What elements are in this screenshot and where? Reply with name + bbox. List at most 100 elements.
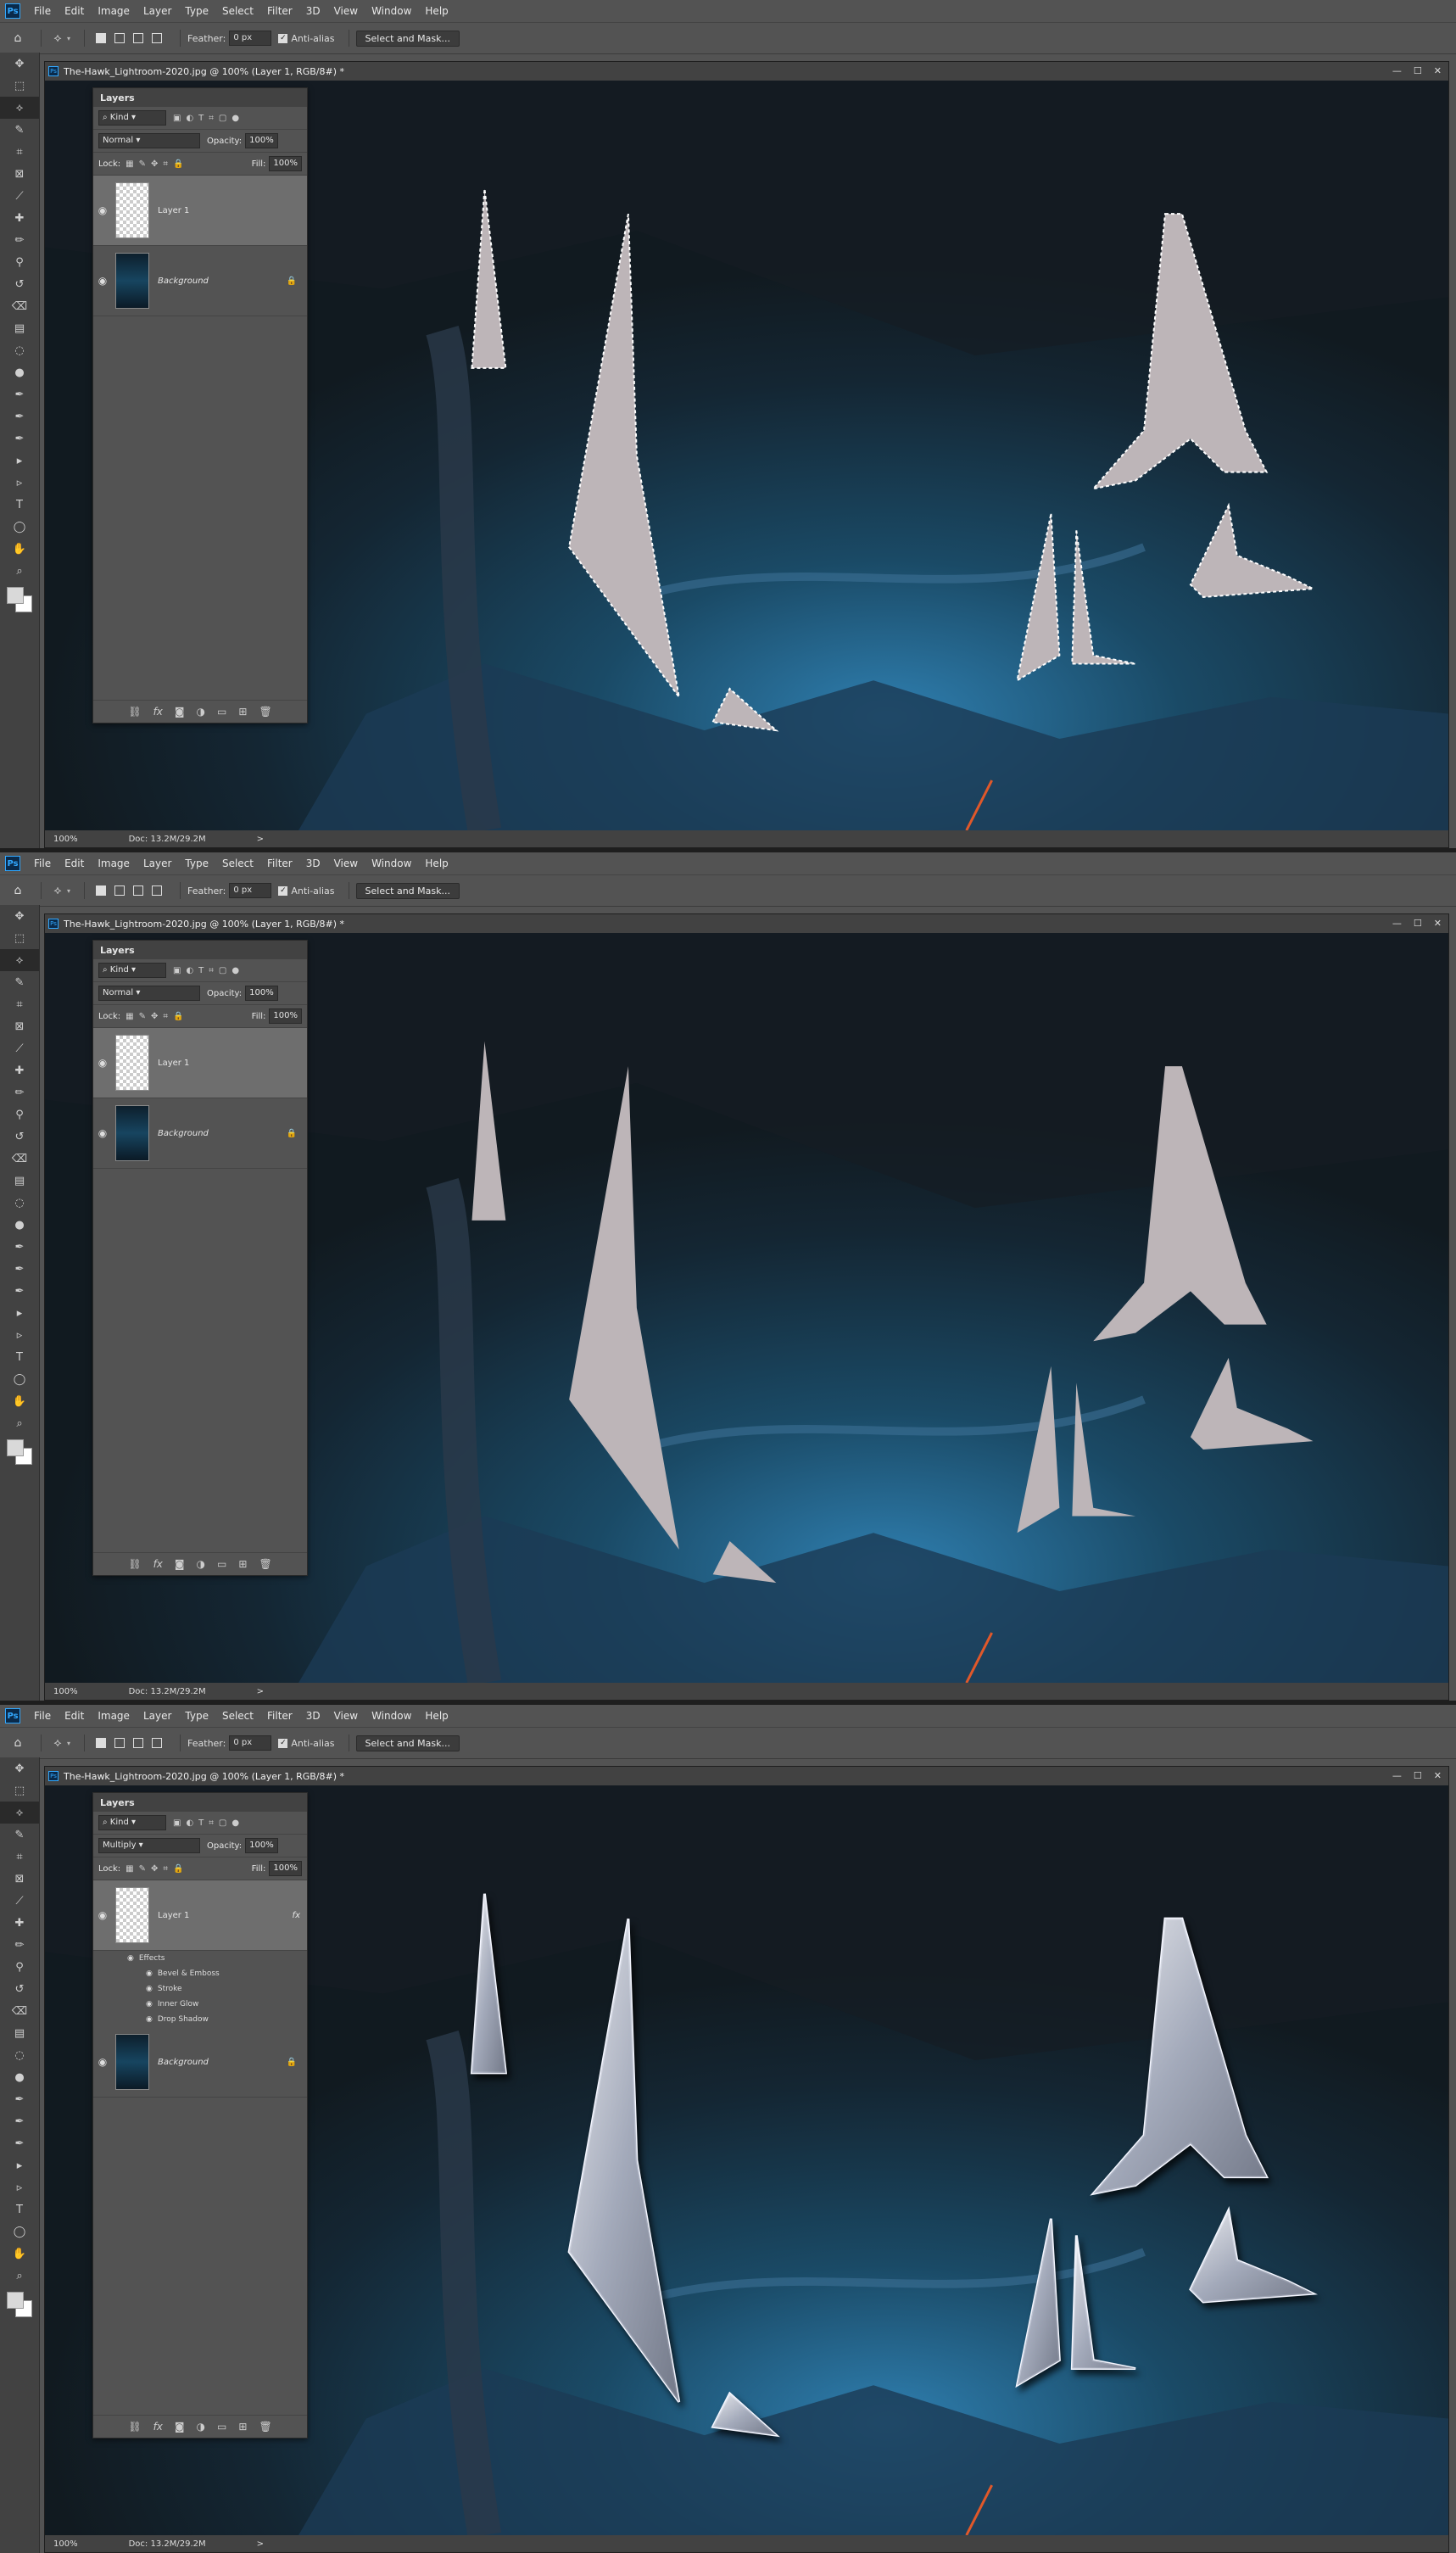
- document-tab[interactable]: Ps The-Hawk_Lightroom-2020.jpg @ 100% (L…: [45, 914, 1448, 933]
- new-layer-icon[interactable]: ⊞: [238, 706, 247, 718]
- quick-select-tool-icon[interactable]: ✎: [0, 1824, 39, 1846]
- color-swatches[interactable]: [0, 582, 39, 616]
- menu-edit[interactable]: Edit: [58, 852, 91, 874]
- crop-tool-icon[interactable]: ⌗: [0, 141, 39, 163]
- subtract-from-selection-icon[interactable]: [131, 883, 146, 898]
- quick-select-tool-icon[interactable]: ✎: [0, 971, 39, 993]
- polygonal-lasso-tool-icon[interactable]: ⟡: [50, 31, 65, 46]
- layer-name[interactable]: Background: [158, 1129, 287, 1138]
- layer-thumbnail[interactable]: [115, 1035, 149, 1091]
- adjustment-layer-icon[interactable]: ◑: [197, 706, 205, 718]
- menu-layer[interactable]: Layer: [137, 0, 178, 22]
- fx-icon[interactable]: fx: [153, 1558, 163, 1570]
- menu-help[interactable]: Help: [418, 1705, 455, 1727]
- pen-tool-icon[interactable]: ✒: [0, 1236, 39, 1258]
- menu-filter[interactable]: Filter: [260, 852, 299, 874]
- layer-row-layer1[interactable]: ◉ Layer 1 fx: [93, 1880, 307, 1951]
- gradient-tool-icon[interactable]: ▤: [0, 1170, 39, 1192]
- zoom-level[interactable]: 100%: [53, 835, 78, 844]
- brush-tool-icon[interactable]: ✏: [0, 229, 39, 251]
- menu-edit[interactable]: Edit: [58, 0, 91, 22]
- effect-item[interactable]: ◉ Drop Shadow: [93, 2012, 307, 2027]
- brush-tool-icon[interactable]: ✏: [0, 1081, 39, 1103]
- type-tool-icon[interactable]: T: [0, 2198, 39, 2221]
- shape-tool-icon[interactable]: ◯: [0, 516, 39, 538]
- document-tab[interactable]: Ps The-Hawk_Lightroom-2020.jpg @ 100% (L…: [45, 1767, 1448, 1785]
- menu-image[interactable]: Image: [91, 0, 137, 22]
- adjustment-layer-icon[interactable]: ◑: [197, 2421, 205, 2433]
- gradient-tool-icon[interactable]: ▤: [0, 317, 39, 339]
- eraser-tool-icon[interactable]: ⌫: [0, 2000, 39, 2022]
- marquee-tool-icon[interactable]: ⬚: [0, 1779, 39, 1802]
- crop-tool-icon[interactable]: ⌗: [0, 993, 39, 1015]
- add-mask-icon[interactable]: ◙: [175, 706, 185, 718]
- history-brush-icon[interactable]: ↺: [0, 273, 39, 295]
- menu-filter[interactable]: Filter: [260, 0, 299, 22]
- opacity-input[interactable]: 100%: [245, 1838, 278, 1853]
- blend-mode-select[interactable]: Normal ▾: [98, 986, 200, 1001]
- menu-window[interactable]: Window: [365, 852, 418, 874]
- history-brush-icon[interactable]: ↺: [0, 1978, 39, 2000]
- new-selection-icon[interactable]: [93, 1735, 109, 1751]
- pen-tool-icon[interactable]: ✒: [0, 427, 39, 450]
- feather-input[interactable]: 0 px: [229, 31, 272, 46]
- dodge-tool-icon[interactable]: ●: [0, 2066, 39, 2088]
- move-tool-icon[interactable]: ✥: [0, 53, 39, 75]
- clone-stamp-icon[interactable]: ⚲: [0, 251, 39, 273]
- chevron-down-icon[interactable]: ▾: [67, 887, 70, 895]
- effects-header[interactable]: ◉ Effects: [93, 1951, 307, 1966]
- add-to-selection-icon[interactable]: [112, 1735, 127, 1751]
- menu-select[interactable]: Select: [215, 852, 260, 874]
- select-and-mask-button[interactable]: Select and Mask...: [355, 882, 460, 899]
- fill-input[interactable]: 100%: [269, 1008, 302, 1024]
- frame-tool-icon[interactable]: ⊠: [0, 163, 39, 185]
- minimize-icon[interactable]: —: [1392, 1770, 1402, 1781]
- effect-eye-icon[interactable]: ◉: [146, 1969, 153, 1978]
- menu-window[interactable]: Window: [365, 1705, 418, 1727]
- layer-row-background[interactable]: ◉ Background 🔒: [93, 246, 307, 316]
- layers-panel-title[interactable]: Layers: [93, 88, 307, 107]
- visibility-eye-icon[interactable]: ◉: [93, 275, 112, 287]
- intersect-selection-icon[interactable]: [149, 1735, 165, 1751]
- minimize-icon[interactable]: —: [1392, 65, 1402, 76]
- antialias-checkbox[interactable]: ✓: [278, 1738, 288, 1748]
- crop-tool-icon[interactable]: ⌗: [0, 1846, 39, 1868]
- delete-layer-icon[interactable]: 🗑: [259, 1558, 271, 1570]
- menu-file[interactable]: File: [27, 852, 58, 874]
- eraser-tool-icon[interactable]: ⌫: [0, 1148, 39, 1170]
- pen-tool-icon[interactable]: ✒: [0, 1258, 39, 1280]
- document-tab[interactable]: Ps The-Hawk_Lightroom-2020.jpg @ 100% (L…: [45, 62, 1448, 81]
- path-select-icon[interactable]: ▸: [0, 450, 39, 472]
- menu-image[interactable]: Image: [91, 1705, 137, 1727]
- effect-eye-icon[interactable]: ◉: [146, 2015, 153, 2024]
- foreground-color-swatch[interactable]: [7, 2292, 24, 2309]
- effect-eye-icon[interactable]: ◉: [146, 2000, 153, 2008]
- direct-select-icon[interactable]: ▹: [0, 2176, 39, 2198]
- layer-thumbnail[interactable]: [115, 182, 149, 238]
- lasso-tool-icon[interactable]: ⟡: [0, 949, 39, 971]
- shape-tool-icon[interactable]: ◯: [0, 1368, 39, 1390]
- blend-mode-select[interactable]: Multiply ▾: [98, 1838, 200, 1853]
- layers-panel-title[interactable]: Layers: [93, 1793, 307, 1812]
- menu-help[interactable]: Help: [418, 0, 455, 22]
- select-and-mask-button[interactable]: Select and Mask...: [355, 30, 460, 47]
- move-tool-icon[interactable]: ✥: [0, 1757, 39, 1779]
- pen-tool-icon[interactable]: ✒: [0, 2110, 39, 2132]
- new-layer-icon[interactable]: ⊞: [238, 1558, 247, 1570]
- healing-brush-icon[interactable]: ✚: [0, 1912, 39, 1934]
- gradient-tool-icon[interactable]: ▤: [0, 2022, 39, 2044]
- layer-row-layer1[interactable]: ◉ Layer 1: [93, 176, 307, 246]
- effect-item[interactable]: ◉ Stroke: [93, 1981, 307, 1997]
- add-to-selection-icon[interactable]: [112, 883, 127, 898]
- marquee-tool-icon[interactable]: ⬚: [0, 927, 39, 949]
- filter-icons[interactable]: ▣◐T⌗▢●: [173, 114, 244, 123]
- kind-filter-select[interactable]: ⌕ Kind ▾: [98, 963, 166, 978]
- quick-select-tool-icon[interactable]: ✎: [0, 119, 39, 141]
- select-and-mask-button[interactable]: Select and Mask...: [355, 1735, 460, 1751]
- foreground-color-swatch[interactable]: [7, 1439, 24, 1456]
- eyedropper-tool-icon[interactable]: ⟋: [0, 185, 39, 207]
- intersect-selection-icon[interactable]: [149, 31, 165, 46]
- layer-name[interactable]: Layer 1: [158, 1059, 307, 1068]
- path-select-icon[interactable]: ▸: [0, 1302, 39, 1324]
- subtract-from-selection-icon[interactable]: [131, 31, 146, 46]
